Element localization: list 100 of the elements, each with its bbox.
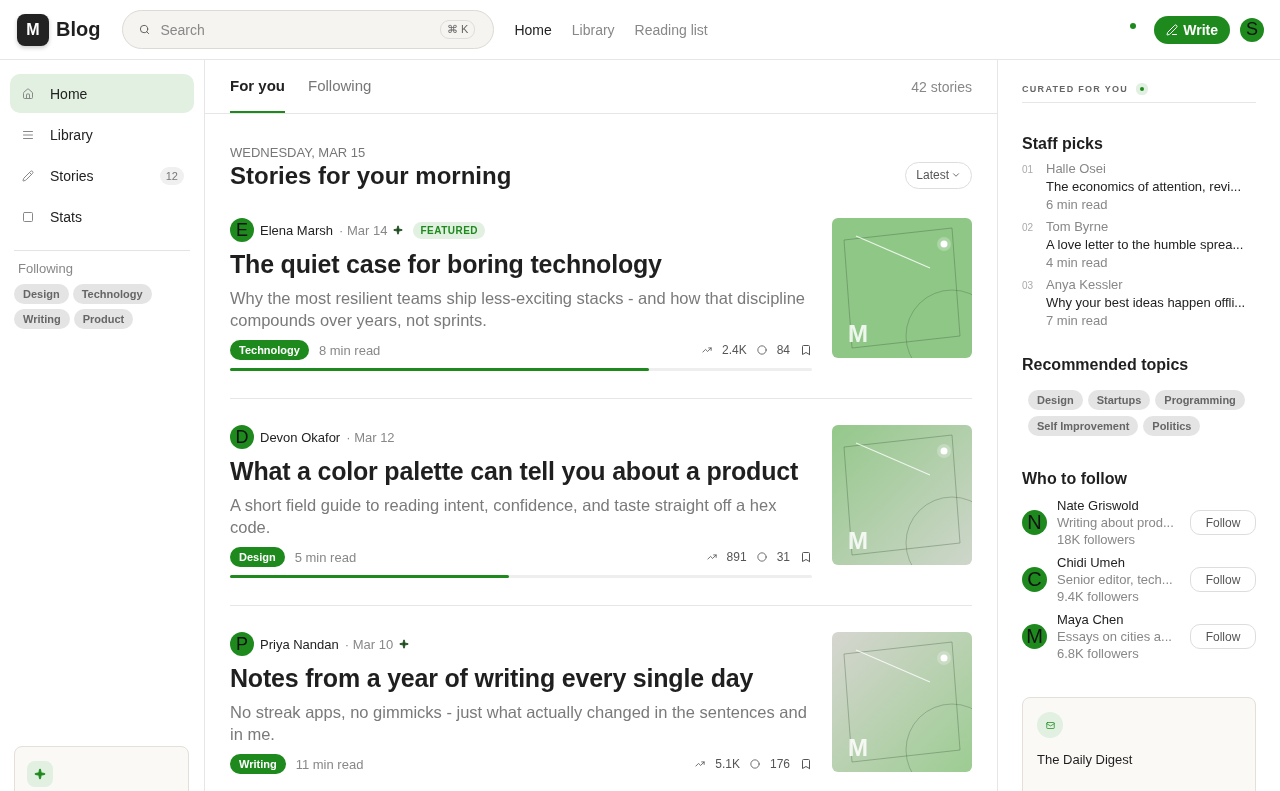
pen-icon xyxy=(1166,23,1179,36)
section-heading: Recommended topics xyxy=(1022,356,1190,374)
section-label: CURATED FOR YOU xyxy=(1022,84,1129,94)
trend-icon xyxy=(695,759,706,769)
tag-chip[interactable]: Technology xyxy=(72,284,152,304)
nav-link[interactable]: Library xyxy=(571,21,615,38)
feed-tab[interactable]: For you xyxy=(230,60,285,113)
follow-button[interactable]: Follow xyxy=(1190,510,1256,535)
tag-chip[interactable]: Design xyxy=(14,284,69,304)
tag-chip[interactable]: Product xyxy=(73,309,134,329)
user-avatar[interactable]: S xyxy=(1240,17,1264,42)
trend-icon xyxy=(701,345,712,355)
topic-chip[interactable]: Self Improvement xyxy=(1028,416,1139,436)
person-avatar[interactable]: C xyxy=(1022,567,1047,592)
topic-tag[interactable]: Writing xyxy=(230,754,286,774)
nav-link[interactable]: Reading list xyxy=(634,21,708,38)
person-name[interactable]: Chidi Umeh xyxy=(1057,555,1173,570)
follower-count: 6.8K followers xyxy=(1057,646,1140,661)
pick-title[interactable]: A love letter to the humble sprea... xyxy=(1046,237,1244,252)
person-avatar[interactable]: M xyxy=(1022,624,1047,649)
author-avatar[interactable]: E xyxy=(230,218,254,242)
section-heading: Staff picks xyxy=(1022,135,1104,153)
person-avatar[interactable]: N xyxy=(1022,510,1047,535)
thumbnail-letter: M xyxy=(848,527,868,555)
comment-icon xyxy=(756,552,767,562)
sort-dropdown[interactable]: Latest xyxy=(905,161,972,189)
read-time: 8 min read xyxy=(318,342,381,358)
topic-tag[interactable]: Technology xyxy=(230,340,309,360)
rank-number: 03 xyxy=(1022,279,1035,293)
count-badge: 12 xyxy=(159,166,184,185)
comment-count: 31 xyxy=(776,550,790,564)
author-name[interactable]: Priya Nandan xyxy=(260,636,339,652)
follow-button[interactable]: Follow xyxy=(1190,624,1256,649)
story-title[interactable]: Notes from a year of writing every single day xyxy=(230,664,812,693)
author-avatar[interactable]: P xyxy=(230,632,254,656)
feed-heading: Stories for your morning xyxy=(230,162,512,190)
rank-number: 01 xyxy=(1022,163,1035,177)
home-icon xyxy=(22,87,34,100)
person-name[interactable]: Maya Chen xyxy=(1057,612,1172,627)
read-time: 4 min read xyxy=(1046,255,1109,270)
logo[interactable]: M xyxy=(17,13,49,46)
feed-tab[interactable]: Following xyxy=(308,60,372,113)
comment-count: 84 xyxy=(776,343,790,357)
sidebar-item[interactable]: Stories 12 xyxy=(10,156,194,195)
story-summary: Why the most resilient teams ship less-exciting stacks - and how that discipline compounds over years, not sprints. xyxy=(230,288,806,331)
follower-count: 9.4K followers xyxy=(1057,589,1140,604)
comment-icon xyxy=(749,759,760,769)
clap-count: 5.1K xyxy=(715,757,740,771)
read-time: 7 min read xyxy=(1046,313,1109,328)
sidebar-item[interactable]: Stats xyxy=(10,197,194,236)
author-name: Anya Kessler xyxy=(1046,277,1124,292)
story-summary: No streak apps, no gimmicks - just what actually changed in the sentences and in me. xyxy=(230,702,808,745)
read-time: 11 min read xyxy=(295,756,364,772)
person-bio: Writing about prod... xyxy=(1057,515,1174,530)
shortcut-hint: ⌘ K xyxy=(440,20,476,39)
sidebar-item[interactable]: Home xyxy=(10,74,194,113)
comment-icon xyxy=(756,345,767,355)
bookmark-icon[interactable] xyxy=(800,758,812,770)
person-bio: Essays on cities a... xyxy=(1057,629,1172,644)
topic-chip[interactable]: Startups xyxy=(1087,390,1151,410)
follower-count: 18K followers xyxy=(1057,532,1137,547)
mail-icon xyxy=(1037,712,1063,738)
story-title[interactable]: What a color palette can tell you about a product xyxy=(230,457,812,486)
trend-icon xyxy=(706,552,717,562)
featured-badge: FEATURED xyxy=(413,221,486,239)
topic-chip[interactable]: Programming xyxy=(1155,390,1245,410)
comment-count: 176 xyxy=(769,757,790,771)
write-button[interactable]: Write xyxy=(1154,15,1230,44)
story-title[interactable]: The quiet case for boring technology xyxy=(230,250,812,279)
bookmark-icon[interactable] xyxy=(800,551,812,563)
search-field[interactable]: Search ⌘ K xyxy=(122,10,495,49)
author-name: Halle Osei xyxy=(1046,161,1107,176)
pick-title[interactable]: Why your best ideas happen offli... xyxy=(1046,295,1246,310)
search-icon xyxy=(139,24,151,35)
chevron-icon xyxy=(951,170,961,180)
sparkle-icon xyxy=(27,761,53,787)
author-name[interactable]: Elena Marsh xyxy=(260,222,333,238)
author-name: Tom Byrne xyxy=(1046,219,1110,234)
follow-button[interactable]: Follow xyxy=(1190,567,1256,592)
tag-chip[interactable]: Writing xyxy=(14,309,70,329)
pick-title[interactable]: The economics of attention, revi... xyxy=(1046,179,1242,194)
author-name[interactable]: Devon Okafor xyxy=(260,429,341,445)
sidebar-item[interactable]: Library xyxy=(10,115,194,154)
square-icon xyxy=(22,210,34,223)
search-input[interactable]: Search xyxy=(158,20,433,39)
author-avatar[interactable]: D xyxy=(230,425,254,449)
brand-name: Blog xyxy=(56,18,101,41)
post-date: · Mar 10 xyxy=(344,636,394,652)
person-name[interactable]: Nate Griswold xyxy=(1057,498,1174,513)
status-dot xyxy=(1130,22,1137,29)
rank-number: 02 xyxy=(1022,221,1035,235)
topic-chip[interactable]: Politics xyxy=(1143,416,1201,436)
menu-icon xyxy=(22,128,34,141)
nav-link[interactable]: Home xyxy=(514,21,552,38)
post-date: · Mar 14 xyxy=(339,222,388,238)
bookmark-icon[interactable] xyxy=(800,344,812,356)
topic-tag[interactable]: Design xyxy=(230,547,285,567)
clap-count: 891 xyxy=(726,550,747,564)
date-label: WEDNESDAY, MAR 15 xyxy=(230,145,367,160)
topic-chip[interactable]: Design xyxy=(1028,390,1083,410)
